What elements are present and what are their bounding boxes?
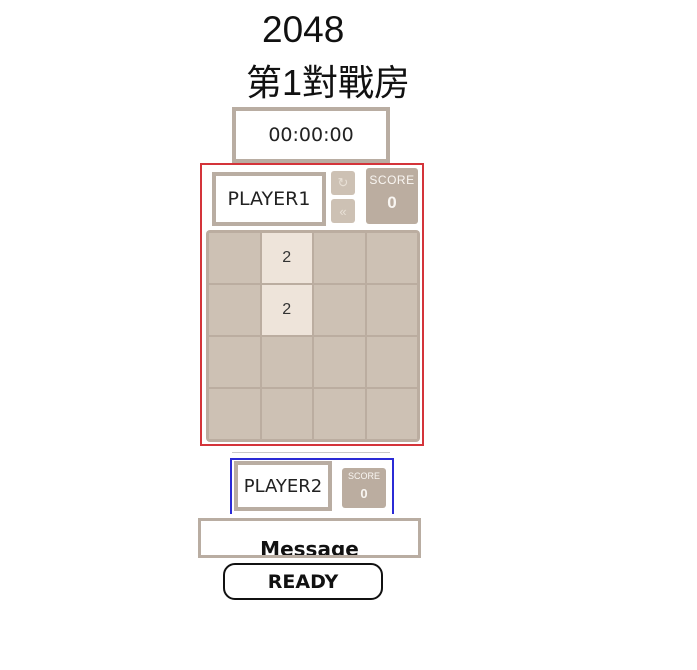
player1-name: PLAYER1 — [227, 188, 311, 210]
grid-cell — [209, 337, 260, 387]
game-title: 2048 — [262, 9, 345, 50]
grid-cell — [314, 337, 365, 387]
player1-score-box: SCORE 0 — [366, 168, 418, 224]
player2-score-value: 0 — [360, 486, 368, 501]
game-timer: 00:00:00 — [232, 107, 390, 163]
player1-score-label: SCORE — [369, 173, 415, 187]
grid-cell — [314, 389, 365, 439]
grid-cell — [261, 389, 312, 439]
grid-cell: 2 — [261, 233, 312, 283]
grid-cell: 2 — [261, 285, 312, 335]
grid-cell — [209, 233, 260, 283]
grid-cell — [314, 285, 365, 335]
player1-score-value: 0 — [387, 193, 397, 212]
timer-value: 00:00:00 — [268, 124, 354, 146]
grid-cell — [261, 337, 312, 387]
player2-score-label: SCORE — [347, 471, 380, 481]
ready-button[interactable]: READY — [223, 563, 383, 600]
player2-name: PLAYER2 — [243, 475, 323, 497]
restart-icon: ↻ — [337, 175, 349, 190]
message-box: Message — [198, 518, 421, 558]
grid-cell — [209, 285, 260, 335]
divider — [232, 452, 390, 453]
grid-cell — [366, 389, 417, 439]
message-text: Message — [260, 537, 359, 558]
player1-game-grid: 2 2 — [206, 230, 420, 442]
grid-cell — [366, 337, 417, 387]
player2-score-box: SCORE 0 — [342, 468, 386, 508]
player1-name-box: PLAYER1 — [212, 172, 326, 226]
restart-button[interactable]: ↻ — [331, 171, 355, 195]
grid-cell — [366, 285, 417, 335]
grid-cell — [366, 233, 417, 283]
grid-cell — [314, 233, 365, 283]
room-title: 第1對戰房 — [246, 62, 411, 103]
player2-name-box: PLAYER2 — [234, 461, 332, 511]
grid-cell — [209, 389, 260, 439]
rewind-button[interactable]: « — [331, 199, 355, 223]
ready-button-label: READY — [267, 570, 339, 593]
rewind-icon: « — [339, 203, 347, 219]
